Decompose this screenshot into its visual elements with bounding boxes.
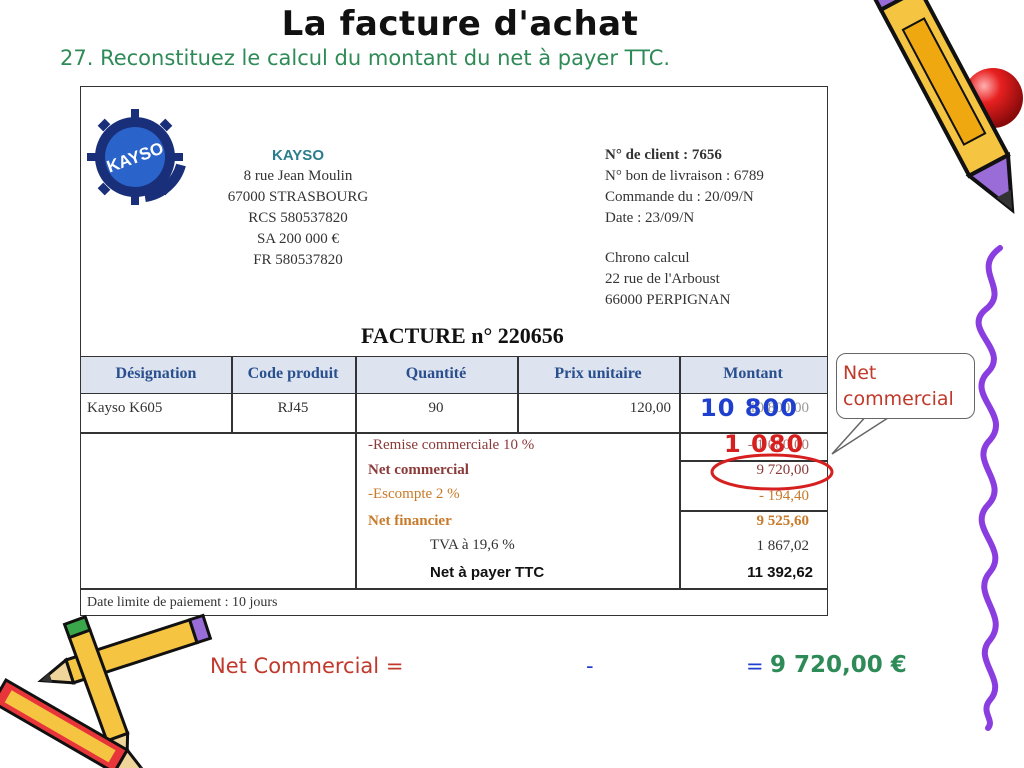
formula-equals: = bbox=[746, 654, 764, 678]
callout-text: Net commercial bbox=[843, 362, 954, 410]
formula-result: 9 720,00 € bbox=[770, 652, 907, 678]
formula-label: Net Commercial = bbox=[210, 654, 404, 678]
pencil-icon-2 bbox=[37, 613, 213, 685]
highlight-ellipse bbox=[710, 453, 834, 491]
purple-squiggle bbox=[975, 245, 1003, 731]
formula-minus: - bbox=[586, 654, 594, 678]
callout-net-commercial: Net commercial bbox=[836, 353, 975, 419]
callout-tail bbox=[831, 413, 895, 455]
pencil-icon-4 bbox=[0, 677, 152, 768]
